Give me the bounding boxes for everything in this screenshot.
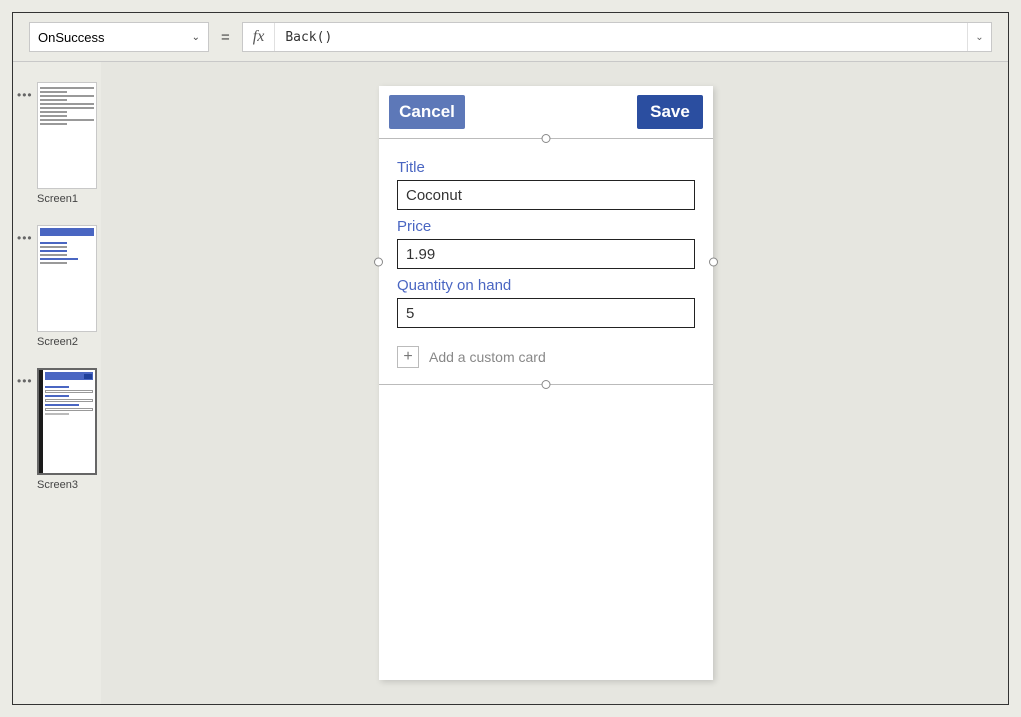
screen-thumbnail[interactable] bbox=[37, 225, 97, 332]
form-header: Cancel Save bbox=[379, 86, 713, 138]
screen-item: ••• Screen1 bbox=[13, 82, 101, 205]
fx-icon: fx bbox=[243, 23, 276, 51]
property-selector-label: OnSuccess bbox=[38, 30, 104, 45]
title-input[interactable]: Coconut bbox=[397, 180, 695, 210]
more-icon[interactable]: ••• bbox=[17, 88, 33, 102]
field-label-quantity: Quantity on hand bbox=[397, 277, 695, 294]
phone-preview: Cancel Save Title Coconut Price 1.99 Qua… bbox=[379, 86, 713, 680]
add-custom-card-button[interactable]: + Add a custom card bbox=[397, 346, 695, 368]
screen-thumbnail-selected[interactable] bbox=[37, 368, 97, 475]
plus-icon: + bbox=[397, 346, 419, 368]
formula-input[interactable]: Back() bbox=[275, 30, 967, 45]
add-custom-card-label: Add a custom card bbox=[429, 349, 546, 365]
screen-item: ••• Screen3 bbox=[13, 368, 101, 491]
screen-label: Screen3 bbox=[37, 479, 101, 491]
formula-expand-button[interactable]: ⌄ bbox=[967, 23, 991, 51]
field-label-price: Price bbox=[397, 218, 695, 235]
save-button[interactable]: Save bbox=[637, 95, 703, 129]
equals-label: = bbox=[219, 29, 232, 46]
screen-thumbnail[interactable] bbox=[37, 82, 97, 189]
property-selector[interactable]: OnSuccess ⌄ bbox=[29, 22, 209, 52]
more-icon[interactable]: ••• bbox=[17, 231, 33, 245]
resize-handle-bottom[interactable] bbox=[542, 380, 551, 389]
resize-handle-top[interactable] bbox=[542, 134, 551, 143]
design-canvas[interactable]: Cancel Save Title Coconut Price 1.99 Qua… bbox=[101, 62, 1008, 704]
screen-label: Screen2 bbox=[37, 336, 101, 348]
resize-handle-right[interactable] bbox=[709, 257, 718, 266]
price-input[interactable]: 1.99 bbox=[397, 239, 695, 269]
edit-form[interactable]: Title Coconut Price 1.99 Quantity on han… bbox=[379, 138, 713, 385]
cancel-button[interactable]: Cancel bbox=[389, 95, 465, 129]
screen-label: Screen1 bbox=[37, 193, 101, 205]
resize-handle-left[interactable] bbox=[374, 257, 383, 266]
screen-item: ••• Screen2 bbox=[13, 225, 101, 348]
formula-bar: OnSuccess ⌄ = fx Back() ⌄ bbox=[13, 13, 1008, 61]
more-icon[interactable]: ••• bbox=[17, 374, 33, 388]
quantity-input[interactable]: 5 bbox=[397, 298, 695, 328]
chevron-down-icon: ⌄ bbox=[192, 32, 200, 43]
screens-navigator: ••• Screen1 ••• Screen2 bbox=[13, 62, 101, 704]
formula-input-container: fx Back() ⌄ bbox=[242, 22, 992, 52]
field-label-title: Title bbox=[397, 159, 695, 176]
